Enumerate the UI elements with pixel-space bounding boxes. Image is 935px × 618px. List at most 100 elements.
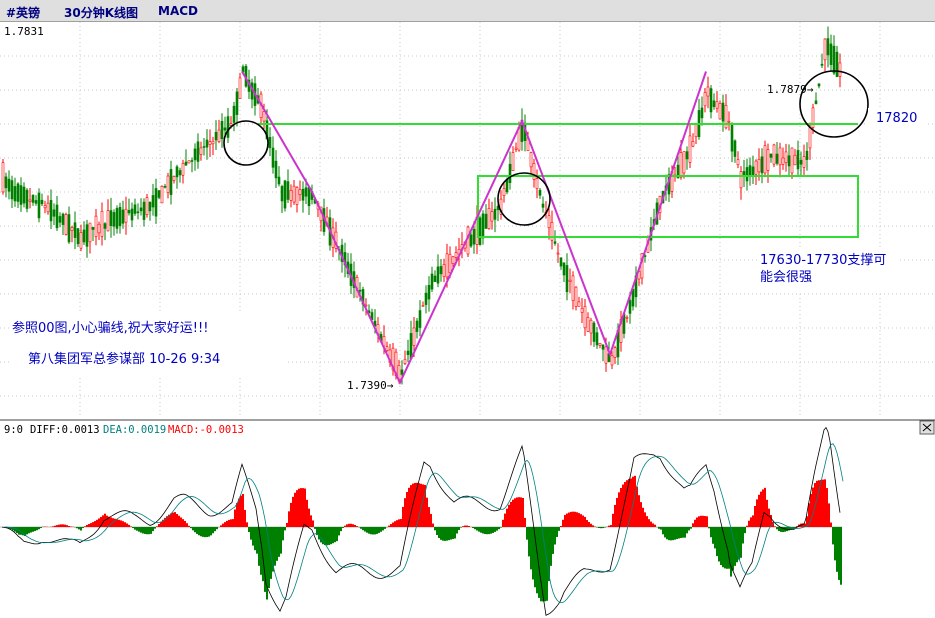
- candle-body: [145, 197, 149, 215]
- macd-bar: [696, 517, 698, 527]
- macd-bar: [176, 513, 178, 527]
- macd-bar: [812, 487, 814, 527]
- macd-bar: [330, 527, 332, 545]
- macd-bar: [604, 527, 606, 528]
- candle-body: [187, 160, 191, 164]
- macd-bar: [238, 498, 240, 527]
- macd-bar: [132, 527, 134, 529]
- macd-value-label: MACD:-0.0013: [168, 424, 244, 436]
- macd-bar: [706, 516, 708, 527]
- candle-body: [415, 320, 419, 332]
- candle-body: [4, 176, 8, 189]
- candle-body: [547, 215, 551, 229]
- macd-bar: [194, 527, 196, 533]
- macd-bar: [14, 527, 16, 532]
- candle-body: [430, 273, 434, 290]
- macd-bar: [124, 522, 126, 527]
- macd-bar: [630, 478, 632, 527]
- macd-bar: [214, 527, 216, 532]
- author-note-line2: 第八集团军总参谋部 10-26 9:34: [28, 352, 221, 367]
- macd-bar: [592, 525, 594, 527]
- macd-bar: [312, 520, 314, 527]
- macd-bar: [356, 526, 358, 527]
- candle-body: [196, 141, 200, 162]
- macd-bar: [384, 527, 386, 529]
- macd-bar: [374, 527, 376, 535]
- macd-bar: [582, 515, 584, 527]
- macd-bar: [286, 522, 288, 527]
- candle-body: [97, 223, 101, 234]
- macd-bar: [834, 527, 836, 561]
- macd-bar: [248, 527, 250, 533]
- macd-bar: [654, 524, 656, 527]
- macd-bar: [496, 527, 498, 531]
- macd-bar: [260, 527, 262, 575]
- macd-bar: [694, 519, 696, 527]
- macd-bar: [766, 499, 768, 527]
- macd-bar: [672, 527, 674, 541]
- macd-bar: [254, 527, 256, 551]
- candle-body: [472, 228, 476, 245]
- macd-bar: [532, 527, 534, 580]
- macd-bar: [510, 501, 512, 527]
- candle-body: [19, 185, 23, 205]
- macd-bar: [296, 490, 298, 527]
- macd-bar: [666, 527, 668, 540]
- candle-body: [535, 178, 539, 189]
- macd-bar: [558, 527, 560, 531]
- macd-bar: [26, 527, 28, 535]
- macd-bar: [650, 521, 652, 527]
- macd-bar: [352, 524, 354, 527]
- macd-bar: [70, 526, 72, 527]
- macd-params-label: 9:0: [4, 424, 23, 436]
- candle-body: [118, 206, 122, 227]
- candle-body: [484, 213, 488, 229]
- macd-bar: [522, 497, 524, 527]
- macd-bar: [274, 527, 276, 566]
- candle-body: [481, 213, 485, 239]
- candle-body: [49, 200, 53, 222]
- macd-bar: [56, 525, 58, 527]
- candle-body: [127, 210, 131, 214]
- macd-bar: [490, 527, 492, 534]
- macd-bar: [208, 527, 210, 537]
- macd-bar: [348, 523, 350, 527]
- candle-body: [274, 160, 278, 179]
- macd-bar: [828, 503, 830, 527]
- macd-bar: [256, 527, 258, 554]
- macd-bar: [138, 527, 140, 532]
- macd-bar: [680, 527, 682, 538]
- kline-chart[interactable]: 1.7831 1.7879→ 1.7390→ 9:0 DIFF:0.0013 D…: [0, 0, 935, 618]
- macd-bar: [350, 523, 352, 527]
- macd-bar: [338, 527, 340, 536]
- macd-bar: [52, 526, 54, 527]
- candle-body: [223, 127, 227, 131]
- candle-body: [16, 183, 20, 202]
- candle-body: [490, 211, 494, 222]
- macd-close-button[interactable]: [919, 420, 935, 435]
- candle-body: [412, 327, 416, 346]
- candle-body: [190, 160, 194, 162]
- candle-body: [598, 342, 602, 346]
- candle-body: [493, 208, 497, 220]
- macd-bar: [636, 486, 638, 527]
- macd-bar: [526, 527, 528, 540]
- candle-body: [790, 147, 794, 174]
- macd-bar: [360, 527, 362, 529]
- candle-body: [175, 166, 179, 178]
- macd-bar: [750, 517, 752, 527]
- candle-body: [160, 185, 164, 204]
- candle-body: [46, 202, 50, 213]
- macd-bar: [484, 527, 486, 535]
- macd-bar: [504, 513, 506, 527]
- macd-bar: [468, 526, 470, 527]
- macd-bar: [380, 527, 382, 532]
- macd-bar: [602, 527, 604, 529]
- macd-bar: [500, 527, 502, 528]
- macd-bar: [346, 524, 348, 527]
- macd-bar: [494, 527, 496, 532]
- macd-bar: [756, 499, 758, 527]
- author-note-box: 参照00图,小心骗线,祝大家好运!!! 第八集团军总参谋部 10-26 9:34: [12, 312, 287, 378]
- candle-body: [124, 208, 128, 223]
- candle-body: [802, 156, 806, 168]
